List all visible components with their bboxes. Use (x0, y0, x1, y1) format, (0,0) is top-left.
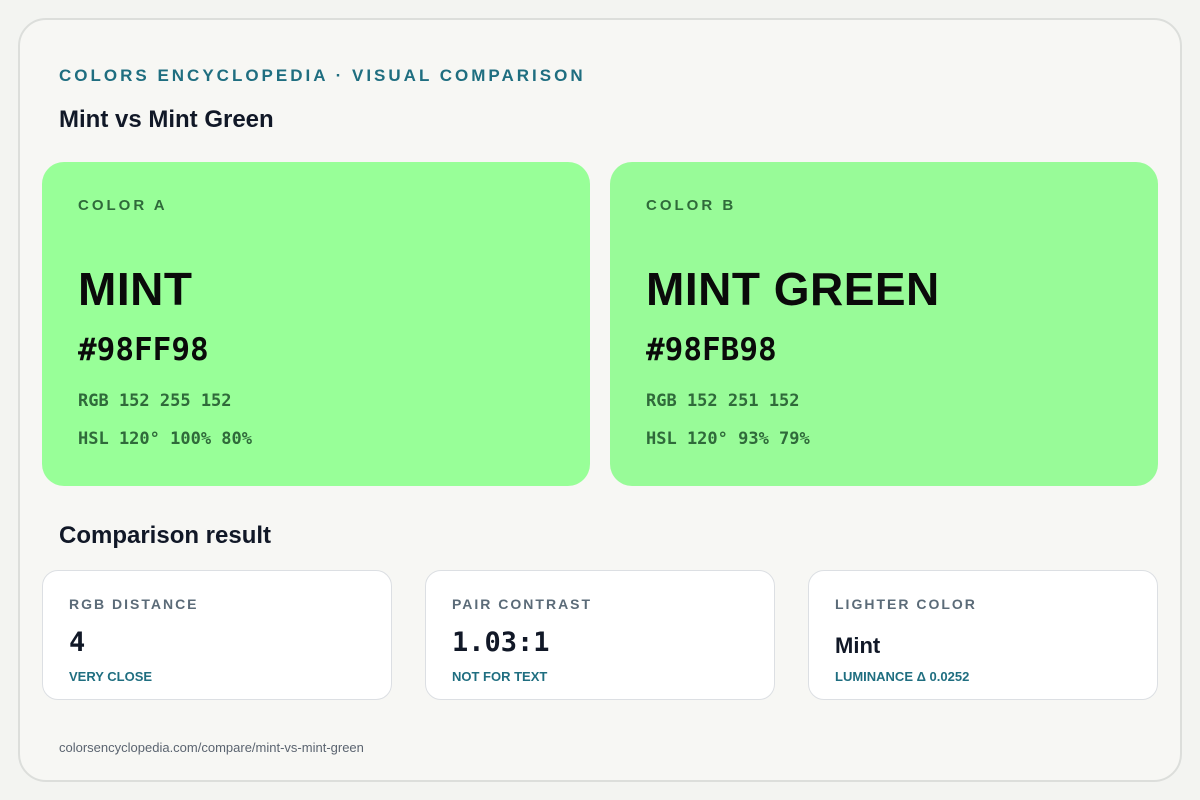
rgb-distance-card: RGB DISTANCE 4 VERY CLOSE (42, 570, 392, 700)
color-a-rgb: RGB 152 255 152 (78, 391, 232, 411)
color-b-hsl: HSL 120° 93% 79% (646, 429, 810, 449)
color-b-rgb: RGB 152 251 152 (646, 391, 800, 411)
color-a-hsl: HSL 120° 100% 80% (78, 429, 252, 449)
card-label: LIGHTER COLOR (835, 596, 977, 612)
lighter-color-value: Mint (835, 633, 881, 658)
color-b-label: COLOR B (646, 197, 737, 214)
color-a-hex[interactable]: #98FF98 (78, 332, 209, 368)
color-b-hex[interactable]: #98FB98 (646, 332, 777, 368)
color-b-name: MINT GREEN (646, 263, 940, 315)
pair-contrast-value: 1.03:1 (452, 627, 550, 658)
color-b-swatch: COLOR B MINT GREEN #98FB98 RGB 152 251 1… (610, 162, 1158, 486)
rgb-distance-value: 4 (69, 627, 86, 658)
color-a-swatch: COLOR A MINT #98FF98 RGB 152 255 152 HSL… (42, 162, 590, 486)
card-label: RGB DISTANCE (69, 596, 199, 612)
lighter-color-card: LIGHTER COLOR Mint LUMINANCE Δ 0.0252 (808, 570, 1158, 700)
page-eyebrow: COLORS ENCYCLOPEDIA · VISUAL COMPARISON (59, 66, 586, 85)
comparison-section-title: Comparison result (59, 522, 272, 549)
color-a-name: MINT (78, 263, 193, 315)
rgb-distance-note: VERY CLOSE (69, 669, 153, 684)
pair-contrast-note: NOT FOR TEXT (452, 669, 548, 684)
luminance-delta-note: LUMINANCE Δ 0.0252 (835, 669, 970, 684)
pair-contrast-card: PAIR CONTRAST 1.03:1 NOT FOR TEXT (425, 570, 775, 700)
source-url-link[interactable]: colorsencyclopedia.com/compare/mint-vs-m… (59, 740, 364, 755)
page-title: Mint vs Mint Green (59, 106, 274, 133)
color-a-label: COLOR A (78, 197, 168, 214)
card-label: PAIR CONTRAST (452, 596, 593, 612)
